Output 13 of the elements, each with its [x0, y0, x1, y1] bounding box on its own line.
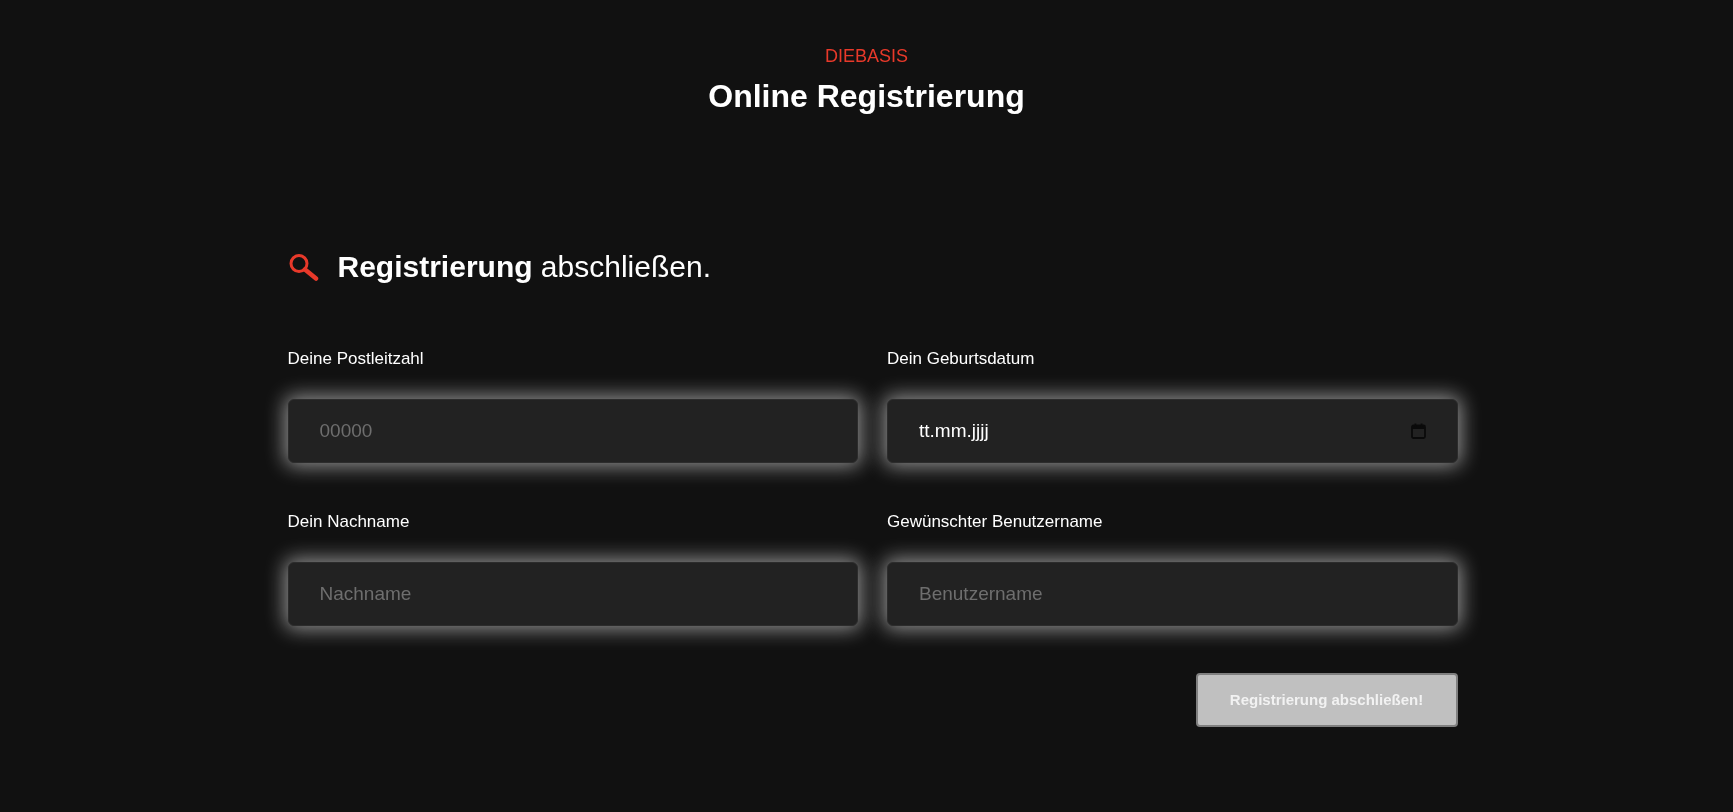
field-label: Gewünschter Benutzername [887, 511, 1103, 533]
field-label: Dein Geburtsdatum [887, 348, 1035, 370]
input-field[interactable]: Benutzername [887, 562, 1458, 626]
field-label: Deine Postleitzahl [287, 348, 424, 370]
field-label: Dein Nachname [287, 511, 410, 533]
brand-label: DIEBASIS [825, 45, 908, 68]
search-icon [287, 253, 319, 281]
input-field[interactable]: 00000 [287, 399, 858, 463]
calendar-icon [1410, 423, 1426, 439]
input-field[interactable]: Nachname [287, 562, 858, 626]
section-heading: Registrierung abschließen. [337, 249, 711, 285]
page-title: Online Registrierung [708, 77, 1025, 116]
date-field[interactable]: tt.mm.jjjj [887, 399, 1458, 463]
